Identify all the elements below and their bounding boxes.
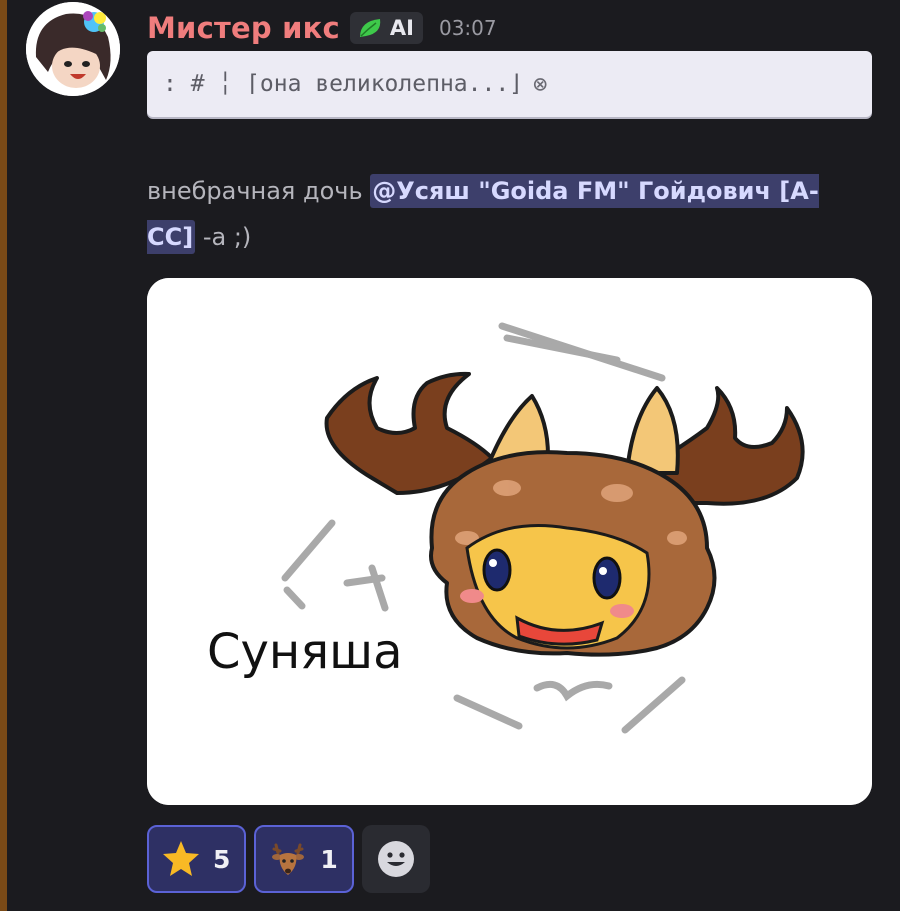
reaction-star[interactable]: 5 (147, 825, 247, 893)
timestamp[interactable]: 03:07 (439, 16, 497, 40)
avatar[interactable] (26, 2, 120, 96)
reactions-bar: 5 1 (147, 825, 430, 893)
content-text: внебрачная дочь (147, 177, 371, 205)
reply-preview[interactable]: : # ╎ ⌈она великолепна...⌋ ⊗ (147, 51, 872, 117)
message-header: Мистер икс AI 03:07 (147, 6, 497, 50)
reaction-deer[interactable]: 1 (254, 825, 354, 893)
add-reaction-button[interactable] (361, 825, 430, 893)
author-name[interactable]: Мистер икс (147, 11, 340, 45)
reaction-count: 5 (213, 844, 231, 874)
drawing-caption: Суняша (207, 624, 403, 680)
smiley-icon (377, 841, 414, 877)
star-icon (163, 841, 199, 876)
avatar-image (26, 2, 120, 96)
ai-tag[interactable]: AI (349, 12, 423, 44)
chat-message: Мистер икс AI 03:07 : # ╎ ⌈она великолеп… (0, 0, 900, 911)
content-suffix: -а ;) (195, 223, 252, 251)
close-icon[interactable]: ⊗ (533, 70, 547, 98)
reaction-count: 1 (320, 844, 338, 874)
reply-preview-text: : # ╎ ⌈она великолепна...⌋ (163, 71, 524, 97)
deer-icon (272, 843, 305, 875)
tag-label: AI (389, 16, 414, 40)
drawing-image: Суняша (147, 278, 872, 805)
image-attachment[interactable]: Суняша (147, 278, 872, 805)
message-content: внебрачная дочь @Усяш "Goida FM" Гойдови… (147, 168, 837, 260)
leaf-icon (359, 19, 381, 37)
